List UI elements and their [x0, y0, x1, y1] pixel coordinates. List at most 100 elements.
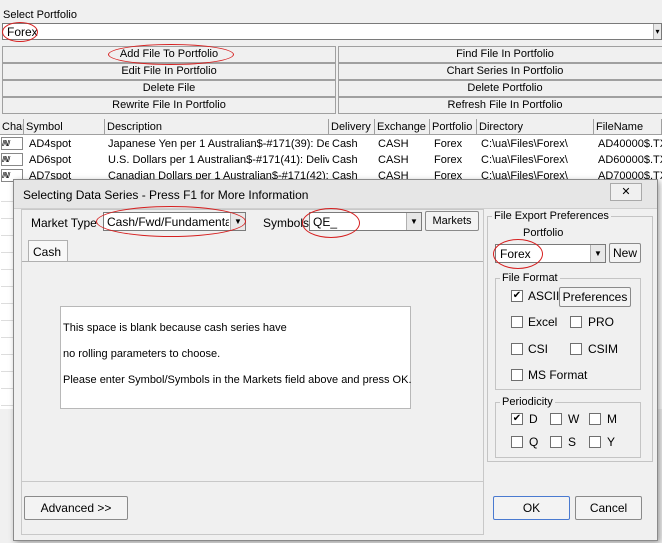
ascii-checkbox[interactable]: ✔ [511, 290, 523, 302]
column-header-portfolio[interactable]: Portfolio [430, 119, 477, 135]
file-export-preferences-title: File Export Preferences [492, 210, 611, 222]
periodicity-m-checkbox[interactable] [589, 413, 601, 425]
column-header-exchange[interactable]: Exchange [375, 119, 430, 135]
table-header-row: Chart Symbol Description Delivery Exchan… [0, 119, 662, 135]
column-header-directory[interactable]: Directory [477, 119, 594, 135]
periodicity-q-checkbox[interactable] [511, 436, 523, 448]
csi-label: CSI [528, 342, 549, 356]
cell-filename: AD40000$.TX [598, 138, 662, 150]
periodicity-d-checkbox[interactable]: ✔ [511, 413, 523, 425]
cell-portfolio: Forex [434, 138, 463, 150]
periodicity-m-label: M [607, 412, 617, 426]
close-button[interactable]: ✕ [610, 183, 642, 201]
periodicity-w-checkbox[interactable] [550, 413, 562, 425]
column-header-description[interactable]: Description [105, 119, 329, 135]
symbols-input[interactable]: QE_ ▼ [309, 212, 422, 231]
column-header-symbol[interactable]: Symbol [24, 119, 105, 135]
csi-checkbox[interactable] [511, 343, 523, 355]
cell-directory: C:\ua\Files\Forex\ [481, 154, 568, 166]
excel-checkbox[interactable] [511, 316, 523, 328]
periodicity-s-label: S [568, 435, 577, 449]
ms-format-checkbox[interactable] [511, 369, 523, 381]
advanced-button[interactable]: Advanced >> [24, 496, 128, 520]
periodicity-y-label: Y [607, 435, 616, 449]
cell-delivery: Cash [332, 154, 358, 166]
new-portfolio-button[interactable]: New [609, 243, 641, 263]
cell-exchange: CASH [378, 154, 409, 166]
find-file-in-portfolio-button[interactable]: Find File In Portfolio [338, 46, 662, 63]
chevron-down-icon[interactable]: ▼ [406, 213, 421, 230]
periodicity-s-checkbox[interactable] [550, 436, 562, 448]
edit-file-in-portfolio-button[interactable]: Edit File In Portfolio [2, 63, 336, 80]
file-format-title: File Format [500, 272, 560, 284]
cell-exchange: CASH [378, 138, 409, 150]
market-type-label: Market Type [31, 216, 97, 230]
info-line-2: no rolling parameters to choose. [63, 348, 221, 360]
chart-icon[interactable]: //\\// [1, 153, 23, 166]
markets-button[interactable]: Markets [425, 211, 479, 231]
periodicity-title: Periodicity [500, 396, 555, 408]
periodicity-group [495, 402, 641, 458]
chart-series-in-portfolio-button[interactable]: Chart Series In Portfolio [338, 63, 662, 80]
symbols-label: Symbols [263, 216, 310, 230]
info-line-3: Please enter Symbol/Symbols in the Marke… [63, 374, 412, 386]
csim-label: CSIM [588, 342, 618, 356]
cell-description: Japanese Yen per 1 Australian$-#171(39):… [108, 138, 329, 150]
ok-button[interactable]: OK [493, 496, 570, 520]
bottom-divider [22, 481, 483, 482]
portfolio-select-value: Forex [7, 25, 38, 39]
cell-description: U.S. Dollars per 1 Australian$-#171(41):… [108, 154, 329, 166]
select-portfolio-label: Select Portfolio [3, 9, 77, 21]
table-row[interactable]: //\\// AD4spot Japanese Yen per 1 Austra… [0, 136, 662, 152]
ascii-label: ASCII [528, 289, 560, 303]
rewrite-file-in-portfolio-button[interactable]: Rewrite File In Portfolio [2, 97, 336, 114]
check-icon: ✔ [512, 413, 522, 424]
chevron-down-icon[interactable]: ▼ [590, 245, 605, 262]
pro-checkbox[interactable] [570, 316, 582, 328]
refresh-file-in-portfolio-button[interactable]: Refresh File In Portfolio [338, 97, 662, 114]
tab-cash[interactable]: Cash [28, 240, 68, 262]
close-icon: ✕ [621, 186, 631, 198]
info-line-1: This space is blank because cash series … [63, 322, 287, 334]
market-type-select[interactable]: Cash/Fwd/Fundamental S ▼ [103, 212, 246, 231]
periodicity-w-label: W [568, 412, 580, 426]
preferences-button[interactable]: Preferences [559, 287, 631, 307]
csim-checkbox[interactable] [570, 343, 582, 355]
cell-filename: AD60000$.TX [598, 154, 662, 166]
export-portfolio-label: Portfolio [523, 227, 564, 239]
check-icon: ✔ [512, 290, 522, 301]
cell-delivery: Cash [332, 138, 358, 150]
market-type-value: Cash/Fwd/Fundamental S [107, 215, 229, 229]
dialog-title: Selecting Data Series - Press F1 for Mor… [23, 188, 309, 202]
cell-symbol: AD4spot [29, 138, 72, 150]
column-header-filename[interactable]: FileName [594, 119, 662, 135]
selecting-data-series-dialog: Selecting Data Series - Press F1 for Mor… [13, 179, 658, 541]
chart-icon[interactable]: //\\// [1, 137, 23, 150]
column-header-chart[interactable]: Chart [0, 119, 24, 135]
ms-format-label: MS Format [528, 368, 588, 382]
dialog-titlebar[interactable]: Selecting Data Series - Press F1 for Mor… [14, 180, 657, 209]
add-file-to-portfolio-button[interactable]: Add File To Portfolio [2, 46, 336, 63]
chevron-down-icon[interactable]: ▼ [230, 213, 245, 230]
symbols-value: QE_ [313, 215, 338, 229]
cancel-button[interactable]: Cancel [575, 496, 642, 520]
tab-cash-label: Cash [33, 245, 62, 259]
cell-directory: C:\ua\Files\Forex\ [481, 138, 568, 150]
column-header-delivery[interactable]: Delivery [329, 119, 375, 135]
tab-divider [22, 261, 483, 262]
table-row[interactable]: //\\// AD6spot U.S. Dollars per 1 Austra… [0, 152, 662, 168]
delete-portfolio-button[interactable]: Delete Portfolio [338, 80, 662, 97]
export-portfolio-value: Forex [500, 247, 531, 261]
pro-label: PRO [588, 315, 615, 329]
export-portfolio-select[interactable]: Forex ▼ [495, 244, 606, 263]
cell-portfolio: Forex [434, 154, 463, 166]
chevron-down-icon[interactable]: ▾ [653, 24, 661, 39]
periodicity-d-label: D [529, 412, 538, 426]
periodicity-q-label: Q [529, 435, 539, 449]
portfolio-select[interactable]: Forex ▾ [2, 23, 662, 40]
excel-label: Excel [528, 315, 558, 329]
cell-symbol: AD6spot [29, 154, 72, 166]
delete-file-button[interactable]: Delete File [2, 80, 336, 97]
info-box: This space is blank because cash series … [60, 306, 412, 409]
periodicity-y-checkbox[interactable] [589, 436, 601, 448]
